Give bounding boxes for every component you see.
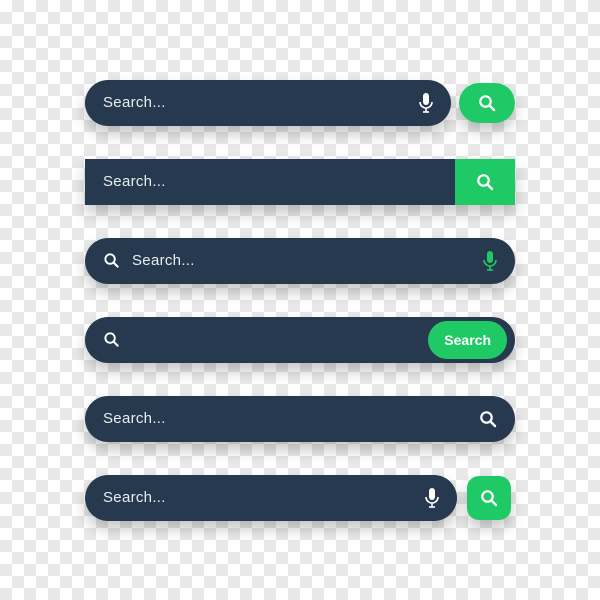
search-bar: Search: [85, 317, 515, 363]
search-bar: Search...: [85, 396, 515, 442]
microphone-icon[interactable]: [483, 251, 497, 271]
search-placeholder: Search...: [103, 489, 413, 506]
search-input[interactable]: [85, 317, 428, 363]
search-bar-variant-6: Search...: [85, 475, 515, 521]
search-bar: Search...: [85, 80, 451, 126]
search-button[interactable]: [455, 159, 515, 205]
search-button[interactable]: [467, 476, 511, 520]
search-input[interactable]: Search...: [85, 238, 515, 284]
search-button-label: Search: [444, 332, 491, 348]
search-placeholder: Search...: [103, 410, 467, 427]
search-bar: Search...: [85, 238, 515, 284]
search-icon: [103, 331, 120, 348]
search-placeholder: Search...: [103, 94, 407, 111]
search-icon: [103, 252, 120, 269]
search-icon: [480, 489, 498, 507]
search-bar-variant-2: Search...: [85, 159, 515, 205]
microphone-icon[interactable]: [419, 93, 433, 113]
search-button[interactable]: Search: [428, 321, 507, 359]
search-bar: Search...: [85, 159, 515, 205]
search-placeholder: Search...: [132, 252, 471, 269]
search-button[interactable]: [459, 83, 515, 123]
search-input[interactable]: Search...: [85, 396, 515, 442]
search-placeholder: Search...: [103, 173, 437, 190]
microphone-icon[interactable]: [425, 488, 439, 508]
search-bar-variant-4: Search: [85, 317, 515, 363]
search-input[interactable]: Search...: [85, 475, 457, 521]
search-bar-variant-3: Search...: [85, 238, 515, 284]
search-icon: [478, 94, 496, 112]
search-input[interactable]: Search...: [85, 80, 451, 126]
search-input[interactable]: Search...: [85, 159, 455, 205]
search-icon[interactable]: [479, 410, 497, 428]
search-bar-variant-1: Search...: [85, 80, 515, 126]
search-bar-variant-5: Search...: [85, 396, 515, 442]
search-icon: [476, 173, 494, 191]
search-bar: Search...: [85, 475, 457, 521]
